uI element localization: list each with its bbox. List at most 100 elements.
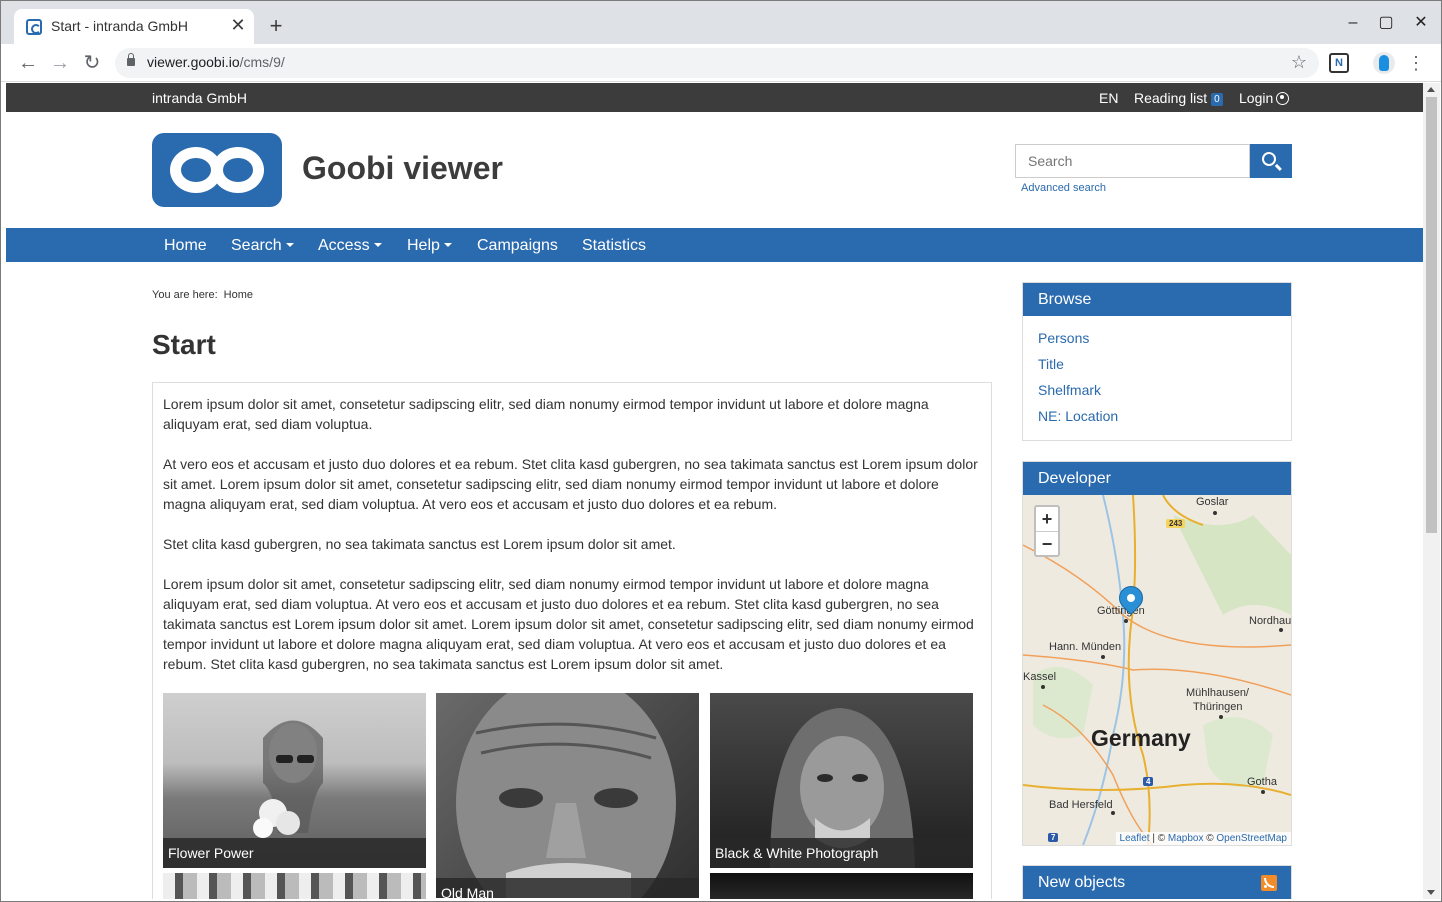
bookmark-star-icon[interactable]: ☆: [1291, 52, 1307, 73]
map-place-label: Bad Hersfeld: [1049, 799, 1113, 811]
browser-menu-icon[interactable]: ⋮: [1406, 50, 1426, 76]
login-label: Login: [1239, 90, 1274, 106]
map-place-label: Goslar: [1196, 496, 1229, 508]
page-scrollbar[interactable]: [1423, 83, 1440, 899]
breadcrumb-home[interactable]: Home: [224, 289, 253, 301]
map-tiles: [1023, 495, 1291, 845]
reading-list-count-badge: 0: [1211, 93, 1223, 106]
nav-campaigns-label: Campaigns: [477, 237, 558, 254]
map-place-label: Thüringen: [1193, 701, 1243, 713]
map-place-label: Gotha: [1247, 776, 1277, 788]
tab-strip: Start - intranda GmbH ✕ + – ▢ ✕: [1, 1, 1441, 44]
location-map[interactable]: 243 4 7 Goslar Göttingen Nordhau Hann. M…: [1023, 495, 1291, 845]
scroll-up-arrow-icon[interactable]: [1427, 87, 1435, 92]
paragraph: Lorem ipsum dolor sit amet, consetetur s…: [163, 576, 974, 672]
gallery-item[interactable]: Flower Power: [163, 693, 426, 868]
nav-statistics-label: Statistics: [582, 237, 647, 254]
back-arrow-icon[interactable]: ←: [15, 50, 41, 76]
lock-icon: [127, 53, 135, 66]
main-navigation: Home Search Access Help Campaigns Statis…: [6, 228, 1423, 262]
browse-link-title[interactable]: Title: [1023, 351, 1291, 377]
reload-icon[interactable]: ↻: [79, 50, 105, 76]
reading-list-label: Reading list: [1134, 90, 1208, 106]
profile-avatar[interactable]: [1373, 52, 1395, 74]
window-close-button[interactable]: ✕: [1409, 11, 1433, 35]
gallery-caption: Flower Power: [163, 838, 426, 868]
browser-window: Start - intranda GmbH ✕ + – ▢ ✕ ← → ↻ vi…: [0, 0, 1442, 902]
language-switch[interactable]: EN: [1099, 90, 1118, 106]
browse-widget-title: Browse: [1023, 283, 1291, 316]
search-icon: [1262, 152, 1276, 166]
browser-toolbar: ← → ↻ viewer.goobi.io/cms/9/ ☆ N ⋮: [1, 44, 1441, 82]
openstreetmap-link[interactable]: OpenStreetMap: [1216, 833, 1287, 844]
gallery-item[interactable]: Old Man: [436, 693, 699, 898]
nav-item-campaigns[interactable]: Campaigns: [477, 237, 558, 255]
map-place-label: Kassel: [1023, 671, 1057, 683]
developer-widget: Developer 243 4 7 Goslar Göttingen Nordh…: [1022, 461, 1292, 846]
gallery-caption: Old Man: [436, 878, 699, 898]
nav-item-search[interactable]: Search: [231, 237, 294, 255]
forward-arrow-icon[interactable]: →: [47, 50, 73, 76]
map-place-label: Nordhau: [1249, 615, 1291, 627]
user-circle-icon: [1276, 92, 1290, 105]
tab-close-icon[interactable]: ✕: [228, 15, 248, 35]
tab-title: Start - intranda GmbH: [51, 18, 188, 34]
reading-list-link[interactable]: Reading list 0: [1134, 90, 1223, 106]
browse-link-shelfmark[interactable]: Shelfmark: [1023, 377, 1291, 403]
zoom-in-button[interactable]: +: [1036, 507, 1058, 531]
url-text: viewer.goobi.io/cms/9/: [147, 54, 285, 70]
minimize-button[interactable]: –: [1341, 11, 1365, 35]
goobi-logo[interactable]: [152, 133, 282, 207]
gallery-item[interactable]: [163, 873, 426, 899]
caret-down-icon: [373, 243, 382, 247]
logo-infinity-right-icon: [212, 147, 264, 193]
breadcrumb: You are here: Home: [152, 289, 253, 301]
nav-item-help[interactable]: Help: [407, 237, 452, 255]
top-bar: intranda GmbH EN Reading list 0 Login: [6, 83, 1423, 112]
leaflet-link[interactable]: Leaflet: [1120, 833, 1150, 844]
search-button[interactable]: [1250, 144, 1292, 178]
gallery-item[interactable]: Black & White Photograph: [710, 693, 973, 868]
nav-search-label: Search: [231, 237, 282, 254]
page-title: Start: [152, 329, 216, 360]
browse-widget: Browse Persons Title Shelfmark NE: Locat…: [1022, 282, 1292, 441]
paragraph: Lorem ipsum dolor sit amet, consetetur s…: [163, 396, 929, 432]
road-number-badge: 4: [1143, 777, 1154, 786]
login-link[interactable]: Login: [1239, 90, 1290, 106]
search-input[interactable]: [1015, 144, 1250, 178]
old-man-photo: [456, 693, 676, 898]
nav-item-access[interactable]: Access: [318, 237, 382, 255]
extension-icon[interactable]: N: [1329, 53, 1349, 73]
attribution-separator: ©: [1203, 833, 1217, 844]
map-zoom-control: + −: [1034, 505, 1060, 557]
page-viewport: intranda GmbH EN Reading list 0 Login Goo…: [6, 83, 1423, 899]
map-place-label: Mühlhausen/: [1186, 687, 1249, 699]
map-country-label: Germany: [1091, 725, 1191, 751]
browse-link-location[interactable]: NE: Location: [1023, 403, 1291, 429]
maximize-button[interactable]: ▢: [1374, 11, 1398, 35]
attribution-separator: | ©: [1149, 833, 1168, 844]
nav-item-statistics[interactable]: Statistics: [582, 237, 646, 255]
browser-tab[interactable]: Start - intranda GmbH ✕: [14, 9, 254, 44]
organization-name[interactable]: intranda GmbH: [152, 90, 247, 106]
nav-help-label: Help: [407, 237, 440, 254]
mapbox-link[interactable]: Mapbox: [1168, 833, 1204, 844]
address-bar[interactable]: viewer.goobi.io/cms/9/ ☆: [115, 48, 1319, 78]
gallery-item[interactable]: [710, 873, 973, 899]
zoom-out-button[interactable]: −: [1036, 531, 1058, 555]
site-title[interactable]: Goobi viewer: [302, 150, 503, 187]
new-tab-button[interactable]: +: [263, 13, 289, 39]
developer-widget-title: Developer: [1023, 462, 1291, 495]
cms-content: Lorem ipsum dolor sit amet, consetetur s…: [152, 382, 992, 899]
scrollbar-thumb[interactable]: [1426, 97, 1437, 533]
nav-home-label: Home: [164, 237, 207, 254]
rss-icon[interactable]: [1261, 875, 1277, 891]
browse-link-persons[interactable]: Persons: [1023, 325, 1291, 351]
scroll-down-arrow-icon[interactable]: [1427, 890, 1435, 895]
breadcrumb-prefix: You are here:: [152, 289, 218, 301]
advanced-search-link[interactable]: Advanced search: [1021, 182, 1106, 194]
nav-item-home[interactable]: Home: [164, 237, 207, 255]
paragraph: Stet clita kasd gubergren, no sea takima…: [163, 536, 676, 552]
new-objects-title-text: New objects: [1038, 874, 1126, 891]
road-number-badge: 7: [1048, 833, 1059, 842]
